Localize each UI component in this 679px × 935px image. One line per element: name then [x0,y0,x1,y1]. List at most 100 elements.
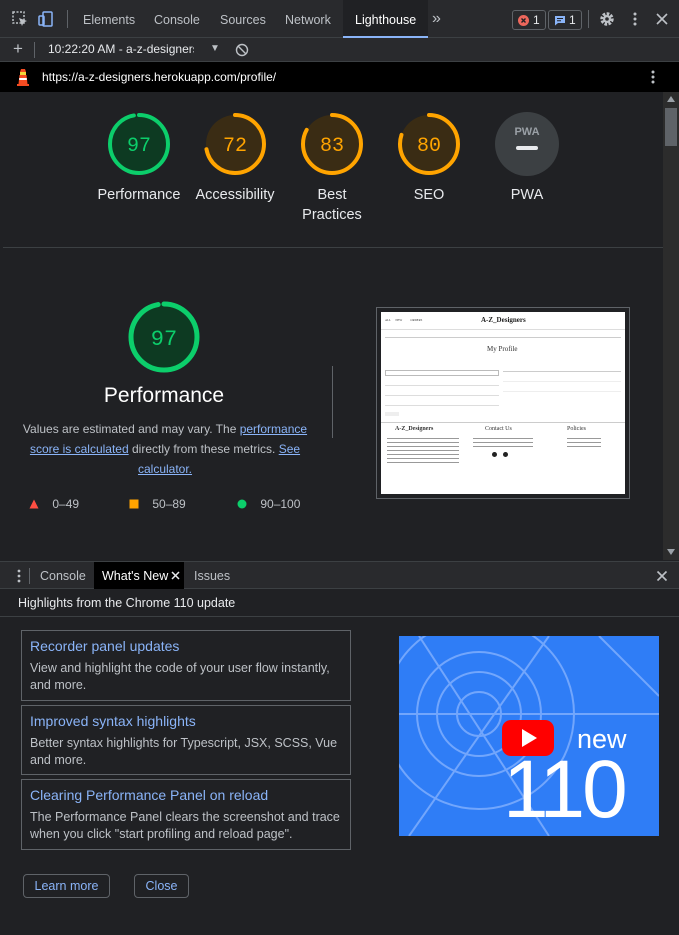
thumb-footer-divider [381,422,625,423]
drawer-tab-whats-new[interactable]: What's New [94,562,184,589]
card-body: The Performance Panel clears the screens… [30,810,340,841]
report-selector[interactable]: 10:22:20 AM - a-z-designers.h [48,42,194,56]
gauge-accessibility[interactable]: 72 Accessibility [187,112,283,205]
performance-score-gauge: 97 [108,113,170,175]
best-practices-score-gauge: 83 [301,113,363,175]
legend-square-icon [129,499,139,509]
card-title[interactable]: Improved syntax highlights [30,713,196,729]
detail-divider [332,366,333,438]
card-body: Better syntax highlights for Typescript,… [30,736,338,767]
gauge-label-best-practices: Best Practices [302,187,362,223]
close-devtools-icon[interactable] [653,10,671,28]
gauge-pwa[interactable]: PWA PWA [479,112,575,205]
close-button[interactable]: Close [134,874,189,898]
whats-new-card[interactable]: Recorder panel updates View and highligh… [21,630,351,701]
scroll-up-arrow-icon[interactable] [666,95,676,103]
drawer-tab-issues[interactable]: Issues [194,562,230,589]
lighthouse-report: 97 Performance 72 Accessibility 83 Best … [3,92,663,560]
whats-new-header: Highlights from the Chrome 110 update [0,589,679,617]
gauge-label-seo: SEO [413,187,445,203]
gauge-performance[interactable]: 97 Performance [87,112,191,205]
new-report-button[interactable]: + [13,39,23,59]
settings-gear-icon[interactable] [598,10,616,28]
lighthouse-toolbar: + 10:22:20 AM - a-z-designers.h ▼ [0,38,679,62]
more-options-icon[interactable] [626,10,644,28]
accessibility-score-gauge: 72 [204,113,266,175]
legend-average: 50–89 [129,497,186,511]
whats-new-card[interactable]: Clearing Performance Panel on reload The… [21,779,351,850]
inspect-element-icon[interactable] [11,10,29,28]
report-scrollbar[interactable] [663,92,679,560]
report-url[interactable]: https://a-z-designers.herokuapp.com/prof… [42,70,276,84]
close-tab-icon[interactable] [171,571,180,580]
performance-heading: Performance [103,384,225,407]
legend-pass: 90–100 [237,497,300,511]
tab-sources[interactable]: Sources [220,0,266,38]
tab-console[interactable]: Console [154,0,200,38]
gauge-seo[interactable]: 80 SEO [381,112,477,205]
report-menu-icon[interactable] [646,69,660,88]
legend-triangle-icon [29,499,39,509]
pwa-badge-icon: PWA [495,112,559,176]
gauge-score-text: 80 [417,135,441,158]
gauge-score-text: 83 [320,135,344,158]
message-count-badge[interactable]: 1 [548,10,582,30]
message-count: 1 [569,13,576,27]
drawer-tab-console[interactable]: Console [40,562,86,589]
thumb-brand: A-Z_Designers [481,316,526,324]
thumb-nav-text: ALL NEW ORDERS [385,318,423,322]
card-title[interactable]: Clearing Performance Panel on reload [30,787,268,803]
gauge-score-text: 97 [151,327,177,352]
performance-description: Values are estimated and may vary. The p… [17,419,313,479]
report-scrollbar-thumb[interactable] [665,108,677,146]
drawer-tab-whats-new-label: What's New [102,569,169,583]
gauge-label-accessibility: Accessibility [195,187,275,203]
thumb-footer-policies [567,438,601,450]
devtools-tab-bar: Elements Console Sources Network Lightho… [0,0,679,38]
report-url-bar: https://a-z-designers.herokuapp.com/prof… [0,62,679,92]
error-count-badge[interactable]: 1 [512,10,546,30]
more-tabs-button[interactable]: » [432,0,441,38]
final-screenshot-thumbnail[interactable]: A-Z_Designers ALL NEW ORDERS My Profile … [376,307,630,499]
description-middle: directly from these metrics. [128,442,279,456]
toolbar-divider [67,10,68,28]
thumb-policies: Policies [567,426,586,432]
thumb-footer-brand: A-Z_Designers [395,426,434,432]
whats-new-card[interactable]: Improved syntax highlights Better syntax… [21,705,351,775]
chrome-110-video-thumbnail[interactable]: new 110 [399,636,659,836]
gauge-score-text: 97 [127,135,151,158]
error-icon [518,15,529,26]
scroll-down-arrow-icon[interactable] [666,548,676,556]
legend-pass-range: 90–100 [260,497,301,511]
error-count: 1 [533,13,540,27]
legend-average-range: 50–89 [152,497,186,511]
report-dropdown-chevron-icon[interactable]: ▼ [210,43,220,54]
clear-reports-icon[interactable] [235,43,249,60]
pwa-badge-text: PWA [514,126,539,138]
tab-lighthouse[interactable]: Lighthouse [343,0,429,38]
lighthouse-logo-icon [16,68,30,89]
thumb-form [385,364,499,418]
tab-network[interactable]: Network [285,0,331,38]
seo-score-gauge: 80 [398,113,460,175]
close-drawer-icon[interactable] [656,570,668,582]
thumb-social-icon [492,452,497,457]
thumb-footer-about [387,438,459,464]
tab-elements[interactable]: Elements [83,0,135,38]
gauge-best-practices[interactable]: 83 Best Practices [285,112,379,225]
thumb-social-icon [503,452,508,457]
card-title[interactable]: Recorder panel updates [30,638,179,654]
thumb-footer-contact [473,438,533,450]
video-version-text: 110 [503,744,628,835]
legend-fail-range: 0–49 [52,497,80,511]
whats-new-heading: Highlights from the Chrome 110 update [18,596,236,610]
gauge-score-text: 72 [223,135,247,158]
toolbar-divider [588,10,589,28]
learn-more-button[interactable]: Learn more [23,874,110,898]
thumb-search-bar [385,334,621,338]
drawer-tab-bar: Console What's New Issues [0,561,679,589]
drawer-menu-icon[interactable] [14,568,24,584]
gauge-label-performance: Performance [97,187,181,203]
thumb-heading: My Profile [487,345,518,353]
device-toolbar-icon[interactable] [37,10,55,28]
